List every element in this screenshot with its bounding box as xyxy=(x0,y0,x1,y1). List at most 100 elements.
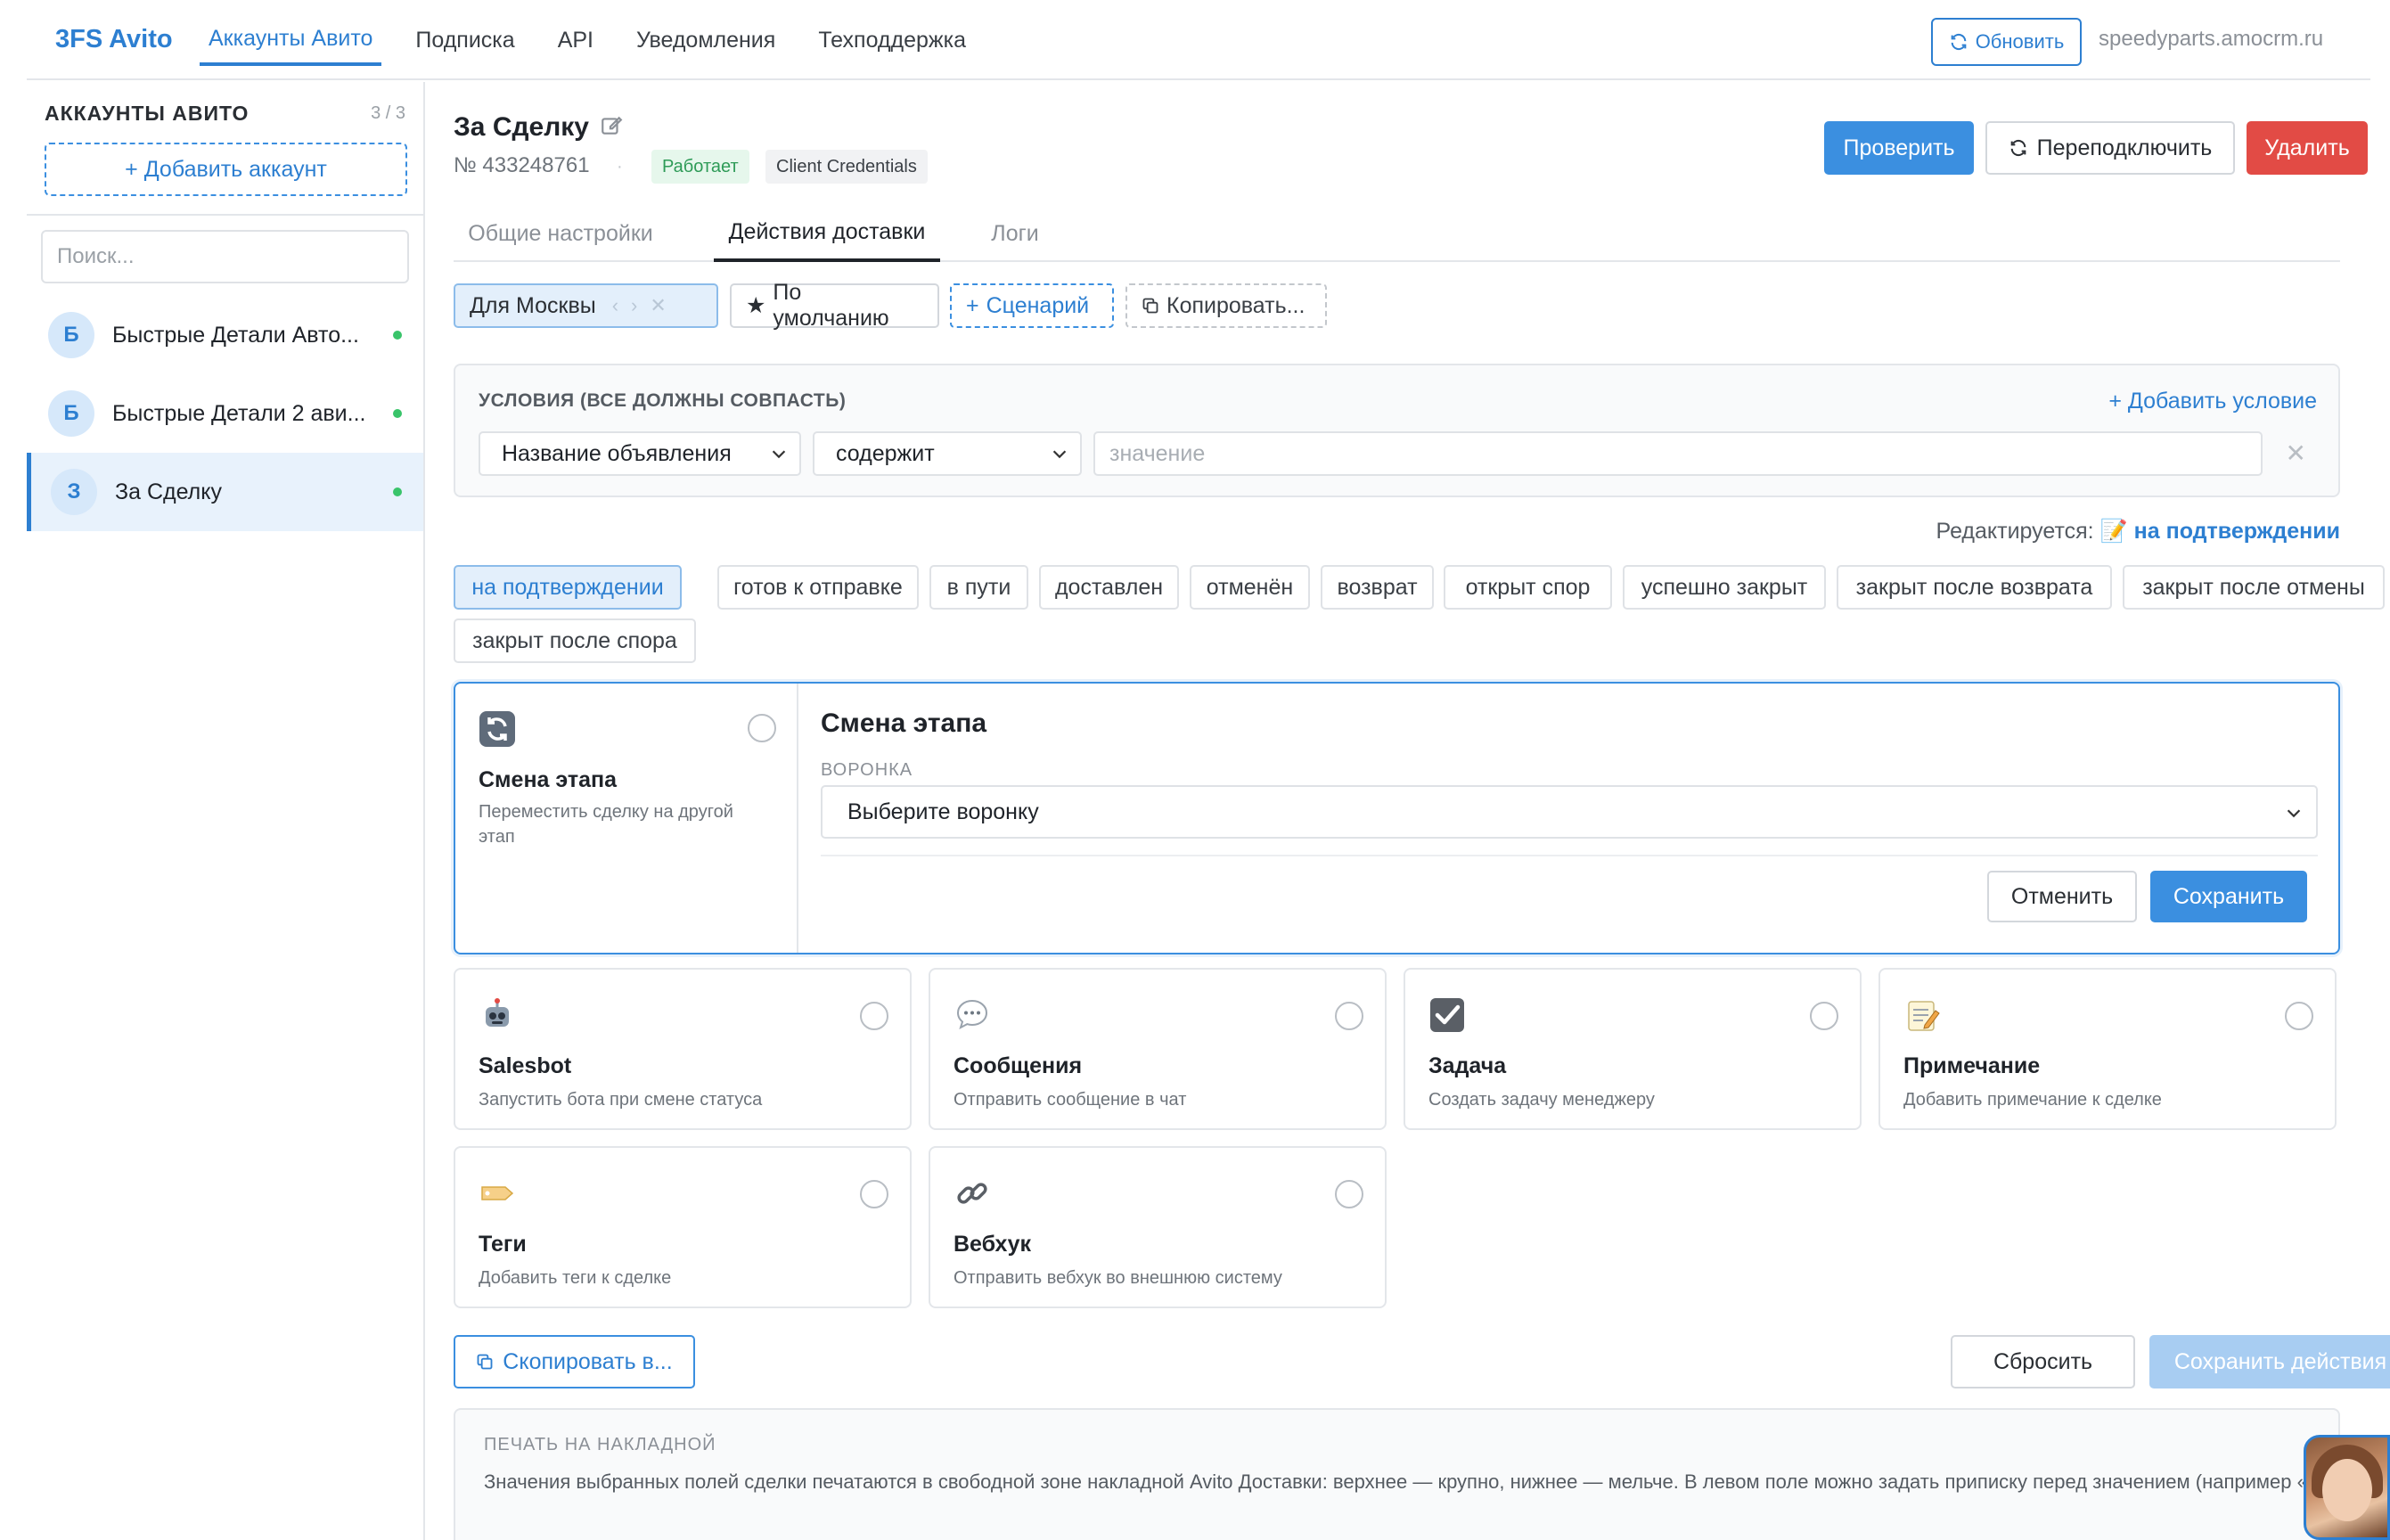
radio-button[interactable] xyxy=(748,714,776,742)
action-card-messages[interactable]: Сообщения Отправить сообщение в чат xyxy=(929,968,1387,1130)
add-account-button[interactable]: + Добавить аккаунт xyxy=(45,143,407,196)
tabs: Общие настройки Действия доставки Логи xyxy=(454,205,2340,262)
action-card-tags[interactable]: Теги Добавить теги к сделке xyxy=(454,1146,912,1308)
radio-button[interactable] xyxy=(2285,1002,2313,1030)
radio-button[interactable] xyxy=(1335,1180,1363,1208)
action-card-salesbot[interactable]: Salesbot Запустить бота при смене статус… xyxy=(454,968,912,1130)
copy-to-label: Скопировать в... xyxy=(503,1348,673,1374)
account-domain: speedyparts.amocrm.ru xyxy=(2099,27,2324,51)
account-name: За Сделку xyxy=(115,479,222,504)
action-card-task[interactable]: Задача Создать задачу менеджеру xyxy=(1404,968,1862,1130)
cancel-button[interactable]: Отменить xyxy=(1987,871,2137,922)
radio-button[interactable] xyxy=(1810,1002,1838,1030)
selected-operator: содержит xyxy=(836,440,935,466)
status-chip[interactable]: возврат xyxy=(1321,565,1434,610)
reconnect-button[interactable]: Переподключить xyxy=(1985,121,2235,175)
scenario-chip-active[interactable]: Для Москвы ‹›✕ xyxy=(454,283,718,328)
nav-link-subscription[interactable]: Подписка xyxy=(406,0,523,66)
action-description: Отправить вебхук во внешнюю систему xyxy=(954,1268,1282,1288)
add-scenario-button[interactable]: + Сценарий xyxy=(950,283,1114,328)
account-name: Быстрые Детали 2 ави... xyxy=(112,400,366,426)
status-dot xyxy=(393,331,402,340)
editing-status: на подтверждении xyxy=(2133,519,2340,544)
sidebar-item-account-active[interactable]: З За Сделку xyxy=(27,453,423,531)
copy-scenario-button[interactable]: Копировать... xyxy=(1125,283,1327,328)
app-window: 3FS Avito Аккаунты Авито Подписка API Ув… xyxy=(27,0,2390,1540)
copy-label: Копировать... xyxy=(1166,292,1305,318)
delete-button[interactable]: Удалить xyxy=(2247,121,2368,175)
status-chip[interactable]: открыт спор xyxy=(1444,565,1612,610)
support-chat-avatar[interactable] xyxy=(2304,1435,2390,1540)
top-navigation: 3FS Avito Аккаунты Авито Подписка API Ув… xyxy=(27,0,2370,80)
separator-dot: · xyxy=(617,157,623,176)
robot-icon xyxy=(486,998,509,1027)
tab-logs[interactable]: Логи xyxy=(969,205,1061,262)
divider xyxy=(821,855,2318,856)
editing-indicator: Редактируется: 📝 на подтверждении xyxy=(1936,519,2341,545)
scenario-reorder-arrows[interactable]: ‹›✕ xyxy=(612,294,679,317)
copy-to-button[interactable]: Скопировать в... xyxy=(454,1335,695,1388)
conditions-title: УСЛОВИЯ (ВСЕ ДОЛЖНЫ СОВПАСТЬ) xyxy=(479,390,847,411)
action-panel-title: Смена этапа xyxy=(821,709,987,738)
status-chip[interactable]: отменён xyxy=(1190,565,1310,610)
status-chip[interactable]: закрыт после возврата xyxy=(1837,565,2112,610)
account-search-input[interactable] xyxy=(41,230,409,283)
print-description: Значения выбранных полей сделки печатают… xyxy=(484,1470,2340,1493)
funnel-select[interactable]: Выберите воронку xyxy=(821,785,2318,839)
sidebar-item-account[interactable]: Б Быстрые Детали 2 ави... xyxy=(27,374,423,453)
save-actions-button[interactable]: Сохранить действия xyxy=(2149,1335,2390,1388)
save-button[interactable]: Сохранить xyxy=(2150,871,2307,922)
action-option-stage-change[interactable]: Смена этапа Переместить сделку на другой… xyxy=(455,684,798,953)
main-content: За Сделку № 433248761 · Работает Client … xyxy=(454,82,2390,1540)
reset-button[interactable]: Сбросить xyxy=(1951,1335,2135,1388)
tab-delivery-actions[interactable]: Действия доставки xyxy=(714,205,940,262)
radio-button[interactable] xyxy=(860,1002,888,1030)
funnel-label: ВОРОНКА xyxy=(821,760,913,780)
condition-operator-select[interactable]: содержит xyxy=(813,431,1082,476)
auth-type-badge: Client Credentials xyxy=(765,150,928,184)
tab-general-settings[interactable]: Общие настройки xyxy=(454,205,667,262)
condition-field-select[interactable]: Название объявления xyxy=(479,431,801,476)
status-chip[interactable]: готов к отправке xyxy=(717,565,919,610)
check-button[interactable]: Проверить xyxy=(1824,121,1974,175)
memo-icon: 📝 xyxy=(2099,519,2128,544)
conditions-panel: УСЛОВИЯ (ВСЕ ДОЛЖНЫ СОВПАСТЬ) + Добавить… xyxy=(454,364,2340,497)
account-name: Быстрые Детали Авто... xyxy=(112,322,359,348)
radio-button[interactable] xyxy=(860,1180,888,1208)
action-title: Смена этапа xyxy=(479,767,618,792)
chevron-down-icon xyxy=(1052,450,1067,459)
remove-condition-icon[interactable]: ✕ xyxy=(2286,438,2306,468)
action-description: Отправить сообщение в чат xyxy=(954,1090,1187,1110)
status-chip[interactable]: доставлен xyxy=(1039,565,1179,610)
refresh-icon xyxy=(479,711,515,747)
nav-link-accounts[interactable]: Аккаунты Авито xyxy=(200,0,382,66)
condition-value-input[interactable]: значение xyxy=(1093,431,2263,476)
action-title: Примечание xyxy=(1903,1053,2041,1078)
nav-link-api[interactable]: API xyxy=(549,0,602,66)
brand-logo[interactable]: 3FS Avito xyxy=(55,25,173,54)
radio-button[interactable] xyxy=(1335,1002,1363,1030)
nav-link-support[interactable]: Техподдержка xyxy=(809,0,975,66)
status-chip[interactable]: успешно закрыт xyxy=(1623,565,1826,610)
status-dot xyxy=(393,487,402,496)
edit-icon[interactable] xyxy=(600,114,623,137)
status-chip[interactable]: в пути xyxy=(929,565,1028,610)
star-icon: ★ xyxy=(746,293,766,318)
status-chip-active[interactable]: на подтверждении xyxy=(454,565,682,610)
default-scenario-button[interactable]: ★ По умолчанию xyxy=(730,280,939,331)
nav-links: Аккаунты Авито Подписка API Уведомления … xyxy=(200,0,1000,80)
accounts-sidebar: АККАУНТЫ АВИТО 3 / 3 + Добавить аккаунт … xyxy=(27,82,425,1540)
action-card-webhook[interactable]: Вебхук Отправить вебхук во внешнюю систе… xyxy=(929,1146,1387,1308)
add-condition-button[interactable]: + Добавить условие xyxy=(2108,389,2317,414)
action-card-note[interactable]: Примечание Добавить примечание к сделке xyxy=(1878,968,2337,1130)
sidebar-item-account[interactable]: Б Быстрые Детали Авто... xyxy=(27,296,423,374)
status-chip[interactable]: закрыт после спора xyxy=(454,618,696,663)
avatar: Б xyxy=(48,390,94,437)
refresh-button[interactable]: Обновить xyxy=(1931,18,2082,66)
action-description: Переместить сделку на другой этап xyxy=(479,802,733,847)
avatar: З xyxy=(51,469,97,515)
nav-link-notifications[interactable]: Уведомления xyxy=(627,0,784,66)
status-chip[interactable]: закрыт после отмены xyxy=(2123,565,2385,610)
avatar: Б xyxy=(48,312,94,358)
refresh-icon xyxy=(2010,139,2026,157)
